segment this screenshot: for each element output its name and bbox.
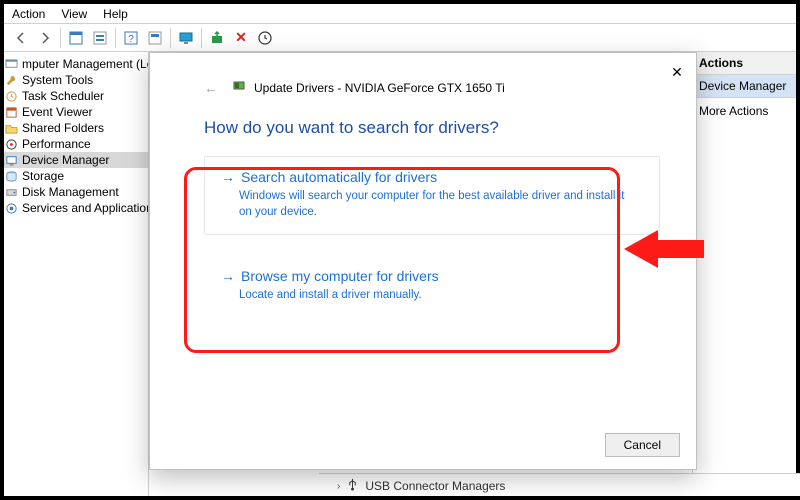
tree-performance[interactable]: Performance (4, 136, 148, 152)
nav-back-icon[interactable] (10, 27, 32, 49)
arrow-right-icon: → (221, 169, 235, 185)
actions-more[interactable]: More Actions (693, 98, 796, 124)
computer-icon (4, 57, 18, 71)
tree-shared-folders[interactable]: Shared Folders (4, 120, 148, 136)
toolbar-icon-2[interactable] (89, 27, 111, 49)
option-search-auto[interactable]: → Search automatically for drivers Window… (204, 156, 660, 235)
remove-icon[interactable]: ✕ (230, 27, 252, 49)
event-icon (4, 105, 18, 119)
svg-text:?: ? (128, 34, 134, 45)
storage-icon (4, 169, 18, 183)
help-icon[interactable]: ? (120, 27, 142, 49)
close-icon[interactable]: ✕ (664, 59, 690, 85)
option-browse-title: Browse my computer for drivers (241, 268, 439, 284)
scan-hw-icon[interactable] (206, 27, 228, 49)
perf-icon (4, 137, 18, 151)
tree-event-viewer[interactable]: Event Viewer (4, 104, 148, 120)
tree-disk-mgmt-label: Disk Management (22, 185, 119, 199)
tree-disk-mgmt[interactable]: Disk Management (4, 184, 148, 200)
disk-icon (4, 185, 18, 199)
toolbar-icon-4[interactable] (144, 27, 166, 49)
tree-performance-label: Performance (22, 137, 91, 151)
tree-storage[interactable]: Storage (4, 168, 148, 184)
clock-icon (4, 89, 18, 103)
tree-task-scheduler-label: Task Scheduler (22, 89, 104, 103)
arrow-right-icon: → (221, 268, 235, 284)
actions-selected[interactable]: Device Manager (693, 75, 796, 98)
left-tree: mputer Management (Local) System Tools T… (4, 52, 149, 496)
option-search-auto-title: Search automatically for drivers (241, 169, 437, 185)
tree-device-manager-label: Device Manager (22, 153, 109, 167)
menu-view[interactable]: View (53, 5, 95, 23)
tree-services[interactable]: Services and Applications (4, 200, 148, 216)
menu-help[interactable]: Help (95, 5, 136, 23)
device-tree-peek[interactable]: › USB Connector Managers (319, 473, 800, 496)
option-browse-desc: Locate and install a driver manually. (239, 288, 639, 304)
tree-shared-folders-label: Shared Folders (22, 121, 104, 135)
update-icon[interactable] (254, 27, 276, 49)
dialog-heading: How do you want to search for drivers? (204, 118, 660, 138)
tree-event-viewer-label: Event Viewer (22, 105, 92, 119)
actions-header: Actions (693, 52, 796, 75)
toolbar-icon-1[interactable] (65, 27, 87, 49)
chevron-right-icon: › (337, 481, 340, 492)
monitor-icon[interactable] (175, 27, 197, 49)
option-search-auto-desc: Windows will search your computer for th… (239, 189, 639, 220)
back-icon[interactable]: ← (204, 80, 218, 96)
device-mgr-icon (4, 153, 18, 167)
tree-root[interactable]: mputer Management (Local) (4, 56, 148, 72)
usb-icon (346, 478, 359, 494)
menu-action[interactable]: Action (4, 5, 53, 23)
tree-system-tools-label: System Tools (22, 73, 93, 87)
update-drivers-dialog: ✕ ← Update Drivers - NVIDIA GeForce GTX … (149, 52, 697, 470)
tree-root-label: mputer Management (Local) (22, 57, 149, 71)
tree-storage-label: Storage (22, 169, 64, 183)
menubar: Action View Help (4, 4, 796, 24)
wrench-icon (4, 73, 18, 87)
toolbar: ? ✕ (4, 24, 796, 52)
gpu-icon (232, 79, 246, 96)
tree-services-label: Services and Applications (22, 201, 149, 215)
device-tree-peek-label: USB Connector Managers (365, 479, 505, 493)
tree-task-scheduler[interactable]: Task Scheduler (4, 88, 148, 104)
option-browse[interactable]: → Browse my computer for drivers Locate a… (204, 255, 660, 319)
cancel-button[interactable]: Cancel (605, 433, 680, 457)
nav-fwd-icon[interactable] (34, 27, 56, 49)
tree-system-tools[interactable]: System Tools (4, 72, 148, 88)
dialog-title: Update Drivers - NVIDIA GeForce GTX 1650… (254, 81, 505, 95)
services-icon (4, 201, 18, 215)
folder-share-icon (4, 121, 18, 135)
actions-pane: Actions Device Manager More Actions (692, 52, 796, 496)
tree-device-manager[interactable]: Device Manager (4, 152, 148, 168)
